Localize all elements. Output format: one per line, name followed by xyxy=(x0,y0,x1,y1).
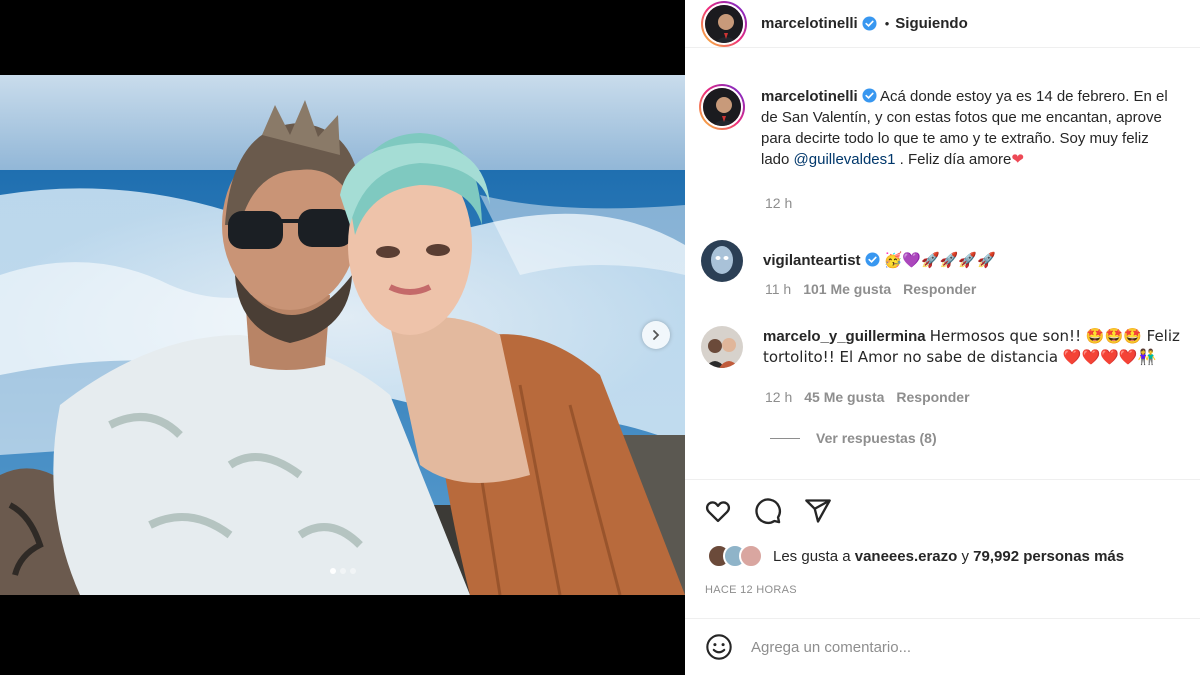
add-comment-bar xyxy=(685,618,1200,675)
verified-badge-icon xyxy=(862,88,877,103)
commenter-username[interactable]: vigilanteartist xyxy=(763,252,861,269)
view-replies-label: Ver respuestas (8) xyxy=(816,430,937,446)
post-details-panel: marcelotinelli • Siguiendo marcelotinell… xyxy=(685,0,1200,675)
comment-likes[interactable]: 101 Me gusta xyxy=(803,281,891,297)
comments-list[interactable]: marcelotinelli Acá donde estoy ya es 14 … xyxy=(685,62,1200,480)
author-avatar[interactable] xyxy=(701,0,747,47)
comment-item: vigilanteartist 🥳💜🚀🚀🚀🚀 xyxy=(701,240,1200,282)
reply-button[interactable]: Responder xyxy=(896,389,969,405)
comment-timestamp[interactable]: 11 h xyxy=(765,281,791,297)
comment-meta: 11 h 101 Me gusta Responder xyxy=(765,281,976,297)
following-button[interactable]: Siguiendo xyxy=(895,15,968,32)
caption-timestamp[interactable]: 12 h xyxy=(765,195,792,211)
view-replies-line xyxy=(770,437,800,439)
caption-username[interactable]: marcelotinelli xyxy=(761,88,858,105)
comment-item: marcelo_y_guillermina Hermosos que son!!… xyxy=(701,326,1200,368)
heart-emoji: ❤ xyxy=(1011,150,1024,168)
heart-icon xyxy=(705,501,731,523)
post-media xyxy=(0,0,685,675)
comment-timestamp[interactable]: 12 h xyxy=(765,389,792,405)
commenter-avatar[interactable] xyxy=(701,326,743,368)
caption-text-line4: lado xyxy=(761,151,790,168)
likes-count[interactable]: 79,992 personas más xyxy=(973,548,1124,565)
liker-username[interactable]: vaneees.erazo xyxy=(855,548,958,565)
post-timestamp[interactable]: HACE 12 HORAS xyxy=(705,584,797,596)
caption-text-line2: de San Valentín, y con estas fotos que m… xyxy=(761,109,1162,126)
comment-icon xyxy=(755,498,781,524)
commenter-username[interactable]: marcelo_y_guillermina xyxy=(763,328,926,345)
post-photo[interactable] xyxy=(0,75,685,595)
comment-input[interactable] xyxy=(751,638,1131,656)
caption: marcelotinelli Acá donde estoy ya es 14 … xyxy=(699,84,1200,170)
carousel-next-button[interactable] xyxy=(642,321,670,349)
comment-text-line1: Hermosos que son!! 🤩🤩🤩 Feliz xyxy=(929,327,1180,345)
like-button[interactable] xyxy=(703,496,733,526)
carousel-dot xyxy=(349,568,356,574)
verified-badge-icon xyxy=(862,16,877,31)
mention-link[interactable]: @guillevaldes1 xyxy=(794,151,896,168)
carousel-dot xyxy=(329,568,336,574)
comment-meta: 12 h 45 Me gusta Responder xyxy=(765,389,970,405)
share-button[interactable] xyxy=(803,496,833,526)
post-actions xyxy=(703,496,833,526)
carousel-dot xyxy=(339,568,346,574)
comment-button[interactable] xyxy=(753,496,783,526)
likes-prefix: Les gusta a xyxy=(773,547,851,565)
smiley-icon[interactable] xyxy=(705,633,733,661)
likes-summary: Les gusta a vaneees.erazo y 79,992 perso… xyxy=(707,544,1124,568)
caption-text-line4-end: . Feliz día amore xyxy=(899,151,1012,168)
separator-dot: • xyxy=(884,16,890,31)
caption-meta: 12 h xyxy=(765,195,792,211)
verified-badge-icon xyxy=(865,252,880,267)
reply-button[interactable]: Responder xyxy=(903,281,976,297)
liker-avatar[interactable] xyxy=(739,544,763,568)
chevron-right-icon xyxy=(653,330,660,340)
share-icon xyxy=(805,499,831,523)
commenter-avatar[interactable] xyxy=(701,240,743,282)
post-header: marcelotinelli • Siguiendo xyxy=(685,0,1200,48)
caption-text-line1: Acá donde estoy ya es 14 de febrero. En … xyxy=(880,88,1168,105)
author-username[interactable]: marcelotinelli xyxy=(761,15,858,32)
comment-likes[interactable]: 45 Me gusta xyxy=(804,389,884,405)
view-replies-button[interactable]: Ver respuestas (8) xyxy=(770,430,937,446)
caption-author-avatar[interactable] xyxy=(699,84,745,130)
carousel-indicator xyxy=(0,568,685,574)
comment-text-line2: tortolito!! El Amor no sabe de distancia… xyxy=(763,348,1157,366)
caption-text-line3: para decirte todo lo que te amo y te ext… xyxy=(761,130,1149,147)
likes-middle: y xyxy=(961,547,969,565)
comment-text: 🥳💜🚀🚀🚀🚀 xyxy=(883,251,996,269)
